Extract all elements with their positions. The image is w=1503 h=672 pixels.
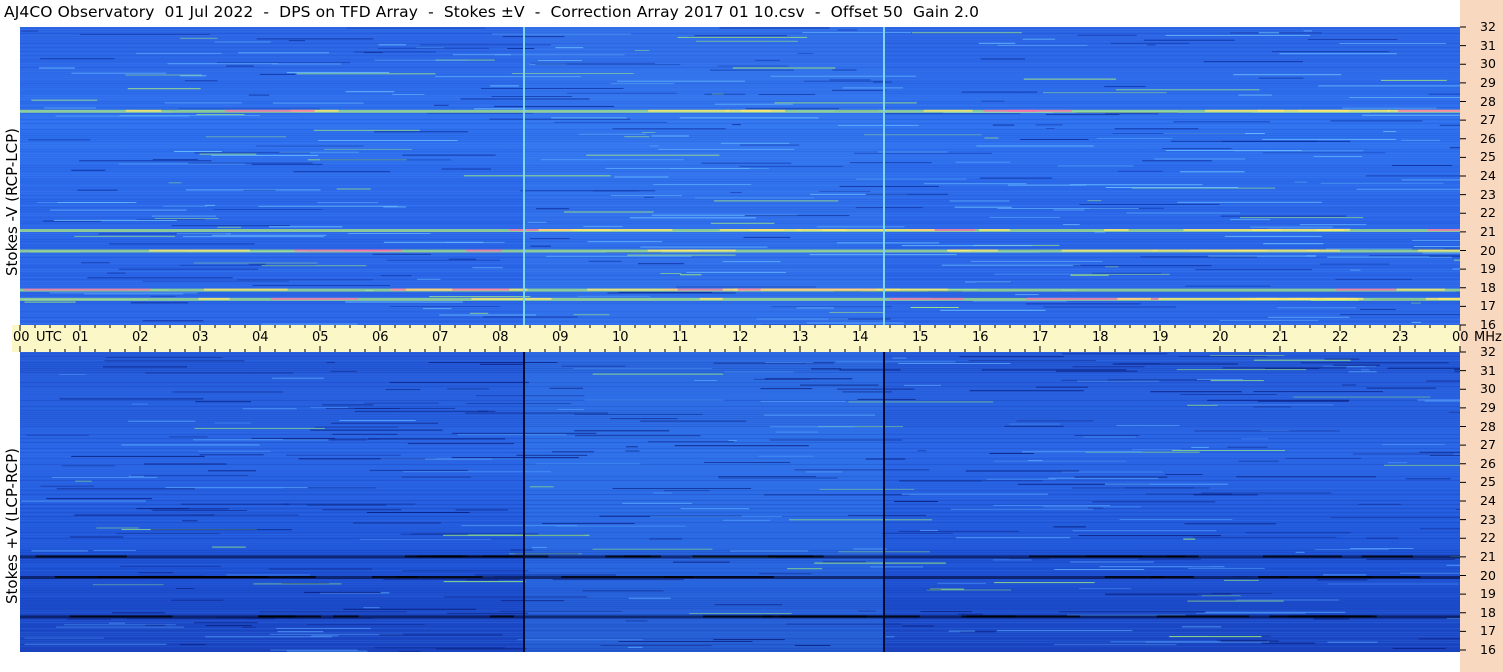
freq-tick-label: 20 (1480, 242, 1496, 258)
freq-tick-label: 22 (1480, 205, 1496, 221)
freq-tick-label: 25 (1480, 149, 1496, 165)
freq-tick-label: 18 (1480, 604, 1496, 620)
freq-tick-label: 30 (1480, 381, 1496, 397)
freq-tick-label: 25 (1480, 474, 1496, 490)
freq-tick-label: 31 (1480, 362, 1496, 378)
freq-tick-label: 18 (1480, 279, 1496, 295)
freq-tick-label: 28 (1480, 93, 1496, 109)
freq-tick-label: 26 (1480, 130, 1496, 146)
freq-tick-label: 30 (1480, 56, 1496, 72)
freq-tick-label: 27 (1480, 437, 1496, 453)
freq-tick-label: 16 (1480, 317, 1496, 332)
freq-tick-label: 24 (1480, 168, 1496, 183)
freq-tick-label: 17 (1480, 298, 1496, 314)
freq-tick-label: 17 (1480, 623, 1496, 639)
tick-marks (19, 26, 1466, 651)
freq-tick-label: 32 (1480, 344, 1496, 359)
freq-tick-label: 21 (1480, 548, 1496, 564)
freq-tick-label: 20 (1480, 567, 1496, 583)
freq-tick-label: 24 (1480, 493, 1496, 508)
axis-ticks: 00 01 02 03 04 05 06 07 08 09 10 11 12 13 14 15 16 17 18 19… (0, 0, 1503, 672)
freq-tick-label: 32 (1480, 19, 1496, 34)
freq-tick-label: 23 (1480, 186, 1496, 202)
freq-tick-label: 19 (1480, 261, 1496, 277)
freq-tick-label: 27 (1480, 112, 1496, 128)
freq-tick-label: 26 (1480, 455, 1496, 471)
freq-tick-label: 16 (1480, 642, 1496, 657)
freq-tick-label: 19 (1480, 586, 1496, 602)
freq-tick-label: 23 (1480, 511, 1496, 527)
freq-tick-label: 31 (1480, 37, 1496, 53)
freq-tick-label: 29 (1480, 399, 1496, 415)
freq-tick-label: 29 (1480, 74, 1496, 90)
freq-tick-label: 22 (1480, 530, 1496, 546)
freq-tick-label: 21 (1480, 223, 1496, 239)
freq-tick-label: 28 (1480, 418, 1496, 434)
